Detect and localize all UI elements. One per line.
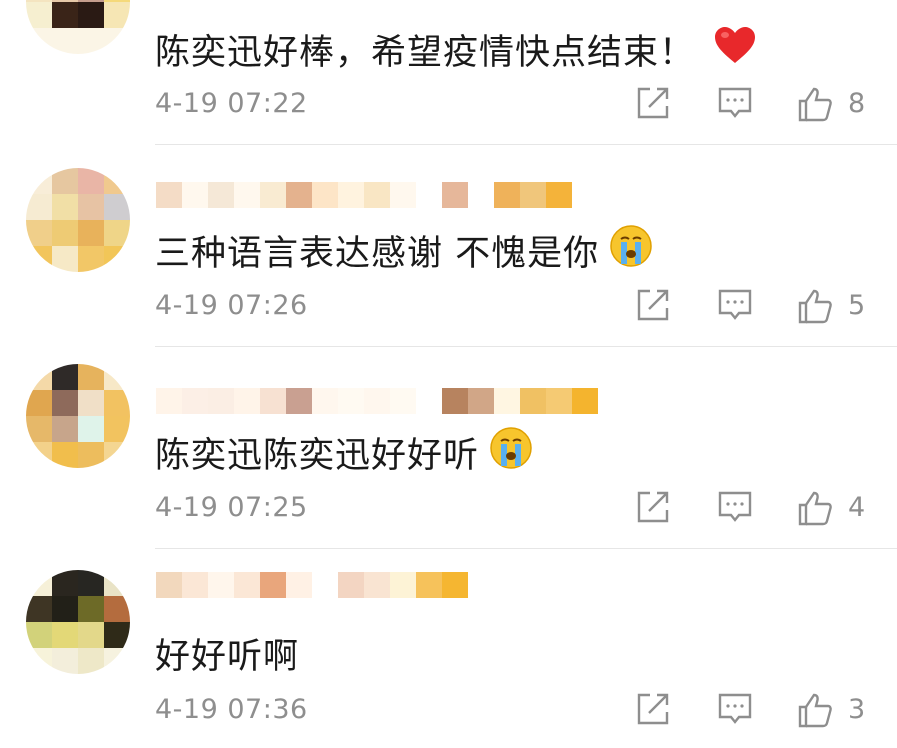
crying-face-icon [609,224,653,277]
comment-text-content: 陈奕迅好棒，希望疫情快点结束！ [155,33,696,73]
like-count: 3 [848,694,866,725]
red-heart-icon [713,25,757,74]
comment-icon[interactable] [718,490,752,528]
comment-text: 三种语言表达感谢 不愧是你 [155,224,653,277]
share-icon[interactable] [636,288,670,326]
avatar[interactable] [26,364,130,468]
like-count: 5 [848,290,866,321]
comment-text: 好好听啊 [155,628,299,679]
comment-text: 陈奕迅好棒，希望疫情快点结束！ [155,24,757,75]
comment-actions: 8 [0,86,897,126]
divider [155,548,897,549]
like-count: 4 [848,492,866,523]
comment-icon[interactable] [718,692,752,730]
comment-actions: 3 [0,692,897,732]
avatar[interactable] [26,570,130,674]
username-blurred[interactable] [156,182,572,208]
avatar[interactable] [26,0,130,54]
comment-text-content: 三种语言表达感谢 不愧是你 [155,234,600,274]
username-blurred[interactable] [156,572,468,598]
username-blurred[interactable] [156,388,598,414]
divider [155,144,897,145]
comment-actions: 5 [0,288,897,328]
like-count: 8 [848,88,866,119]
comment-text-content: 陈奕迅陈奕迅好好听 [155,436,480,476]
comment-text: 陈奕迅陈奕迅好好听 [155,426,533,479]
comment-actions: 4 [0,490,897,530]
share-icon[interactable] [636,692,670,730]
share-icon[interactable] [636,86,670,124]
like-icon[interactable] [797,288,833,328]
crying-face-icon [489,426,533,479]
comment-icon[interactable] [718,86,752,124]
share-icon[interactable] [636,490,670,528]
like-icon[interactable] [797,86,833,126]
comment-icon[interactable] [718,288,752,326]
avatar[interactable] [26,168,130,272]
comment-text-content: 好好听啊 [155,637,300,677]
like-icon[interactable] [797,490,833,530]
like-icon[interactable] [797,692,833,732]
divider [155,346,897,347]
